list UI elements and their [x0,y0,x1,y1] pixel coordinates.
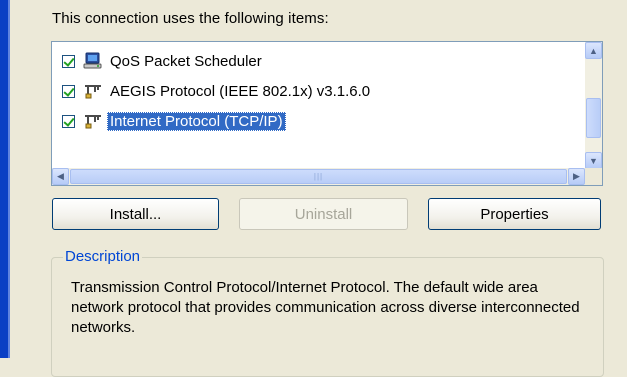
vertical-scroll-thumb[interactable] [586,98,601,138]
list-item-aegis[interactable]: AEGIS Protocol (IEEE 802.1x) v3.1.6.0 [62,80,373,102]
description-title: Description [63,248,143,265]
install-button[interactable]: Install... [52,198,219,230]
aegis-checkbox[interactable] [62,84,75,98]
network-protocol-icon [83,112,103,130]
description-text: Transmission Control Protocol/Internet P… [71,279,580,336]
chevron-right-icon: ▶ [573,171,580,181]
uninstall-button[interactable]: Uninstall [239,198,408,230]
list-item-label: Internet Protocol (TCP/IP) [107,111,286,131]
list-item-label: QoS Packet Scheduler [110,52,262,70]
components-listbox[interactable]: QoS Packet Scheduler AEGIS Protocol (IEE… [51,41,603,186]
properties-button[interactable]: Properties [428,198,601,230]
scroll-right-button[interactable]: ▶ [568,168,585,185]
list-item-tcpip[interactable]: Internet Protocol (TCP/IP) [62,110,286,132]
chevron-down-icon: ▼ [589,155,598,166]
grip-icon: ||| [313,172,324,181]
scroll-up-button[interactable]: ▲ [585,42,602,59]
scroll-down-button[interactable]: ▼ [585,152,602,169]
vertical-scrollbar[interactable]: ▲ ▼ [585,42,602,169]
horizontal-scroll-thumb[interactable]: ||| [70,169,567,184]
scroll-left-button[interactable]: ◀ [52,168,69,185]
list-item-qos[interactable]: QoS Packet Scheduler [62,50,265,72]
items-heading: This connection uses the following items… [52,10,329,27]
horizontal-scrollbar[interactable]: ◀ ||| ▶ [52,168,585,185]
chevron-up-icon: ▲ [589,45,598,56]
chevron-left-icon: ◀ [57,171,64,181]
qos-checkbox[interactable] [62,54,75,68]
scrollbar-corner [585,168,602,185]
window-left-border [0,0,8,358]
tcpip-checkbox[interactable] [62,114,75,128]
list-item-label: AEGIS Protocol (IEEE 802.1x) v3.1.6.0 [110,82,371,100]
network-protocol-icon [83,82,103,100]
scheduler-icon [83,52,103,70]
